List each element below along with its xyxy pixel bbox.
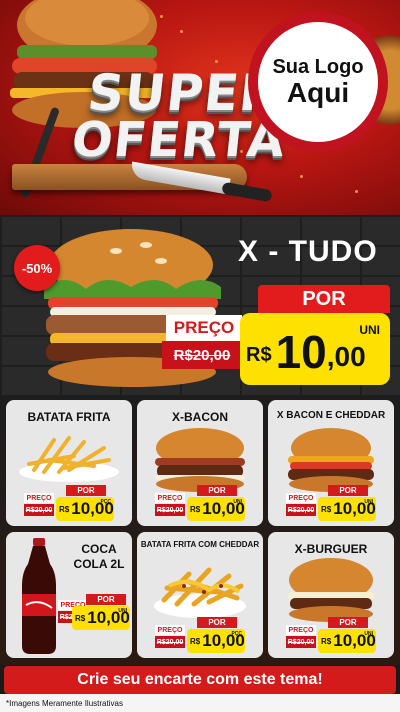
price-unit: UNI — [364, 631, 373, 637]
logo-text-line2: Aqui — [286, 76, 350, 108]
por-label: POR — [258, 285, 390, 313]
old-price: R$20,00 — [286, 504, 316, 516]
price-unit: PÇC — [231, 631, 242, 637]
preco-label: PREÇO — [286, 493, 316, 503]
price-unit: UNI — [233, 499, 242, 505]
price-unit: PÇC — [100, 499, 111, 505]
footer-disclaimer: *Imagens Meramente Ilustrativas — [6, 699, 123, 708]
burger-image — [288, 428, 374, 492]
price-currency: R$ — [321, 504, 332, 514]
cta-button[interactable]: Crie seu encarte com este tema! — [4, 666, 396, 694]
por-label: POR — [328, 617, 368, 628]
price-currency: R$ — [190, 636, 201, 646]
price-box: R$ 10,00 PÇC — [56, 497, 114, 521]
old-price: R$20,00 — [24, 504, 54, 516]
logo-text-line1: Sua Logo — [272, 55, 364, 78]
hero-title-oferta: OFERTA — [69, 112, 289, 168]
price-box: R$ 10 ,00 UNI — [240, 313, 390, 385]
product-card[interactable]: X-BACON PREÇO R$20,00 POR R$ 10,00 UNI — [137, 400, 263, 526]
spark — [180, 30, 183, 33]
por-label: POR — [86, 594, 126, 605]
fries-image — [19, 436, 119, 482]
logo-inner: Sua Logo Aqui — [258, 22, 378, 142]
card-title: X BACON E CHEDDAR — [276, 410, 386, 421]
spark — [300, 175, 303, 178]
por-label: POR — [197, 485, 237, 496]
old-price: R$20,00 — [155, 636, 185, 648]
price-unit: UNI — [118, 608, 127, 614]
preco-label: PREÇO — [166, 315, 242, 341]
price-currency: R$ — [59, 504, 70, 514]
price-box: R$ 10,00 UNI — [318, 497, 376, 521]
product-card[interactable]: BATATA FRITA PREÇO R$20,00 POR R$ 10,00 … — [6, 400, 132, 526]
preco-label: PREÇO — [155, 493, 185, 503]
product-card[interactable]: COCA COLA 2L PREÇO R$20,00 POR R$ 10,00 … — [6, 532, 132, 658]
logo-placeholder[interactable]: Sua Logo Aqui — [248, 12, 388, 152]
discount-badge: -50% — [14, 245, 60, 291]
product-grid: BATATA FRITA PREÇO R$20,00 POR R$ 10,00 … — [0, 395, 400, 665]
product-card[interactable]: BATATA FRITA COM CHEDDAR PREÇO R$20,00 P… — [137, 532, 263, 658]
price-box: R$ 10,00 UNI — [72, 606, 130, 630]
price-box: R$ 10,00 PÇC — [187, 629, 245, 653]
burger-image — [288, 558, 374, 622]
card-title-line1: COCA — [81, 542, 117, 556]
fries-cheddar-image — [154, 567, 246, 618]
product-card[interactable]: X-BURGUER PREÇO R$20,00 POR R$ 10,00 UNI — [268, 532, 394, 658]
old-price: R$20,00 — [155, 504, 185, 516]
preco-label: PREÇO — [155, 625, 185, 635]
card-title: X-BACON — [172, 410, 228, 424]
card-title: COCA COLA 2L — [66, 542, 132, 572]
price-currency: R$ — [75, 613, 86, 623]
price-decimal: ,00 — [326, 341, 366, 372]
knife-handle-image — [221, 181, 273, 203]
featured-product: -50% X - TUDO POR PREÇO R$20,00 R$ 10 ,0… — [0, 215, 400, 395]
price-unit: UNI — [359, 323, 380, 337]
old-price: R$20,00 — [286, 636, 316, 648]
card-title: X-BURGUER — [294, 542, 368, 556]
price-currency: R$ — [246, 344, 272, 366]
card-title: BATATA FRITA COM CHEDDAR — [140, 540, 260, 549]
soda-bottle-image — [22, 538, 56, 654]
spark — [215, 60, 218, 63]
offer-flyer: SUPER OFERTA Sua Logo Aqui -50% X - TUDO… — [0, 0, 400, 712]
price-box: R$ 10,00 UNI — [187, 497, 245, 521]
por-label: POR — [197, 617, 237, 628]
burger-image — [155, 428, 245, 492]
por-label: POR — [328, 485, 368, 496]
preco-label: PREÇO — [24, 493, 54, 503]
price-integer: 10 — [275, 326, 327, 378]
featured-product-name: X - TUDO — [238, 235, 378, 268]
card-title: BATATA FRITA — [27, 410, 111, 424]
price-box: R$ 10,00 UNI — [318, 629, 376, 653]
preco-label: PREÇO — [286, 625, 316, 635]
price-currency: R$ — [190, 504, 201, 514]
product-card[interactable]: X BACON E CHEDDAR PREÇO R$20,00 POR R$ 1… — [268, 400, 394, 526]
price-currency: R$ — [321, 636, 332, 646]
price-unit: UNI — [364, 499, 373, 505]
spark — [355, 190, 358, 193]
old-price: R$20,00 — [162, 341, 242, 369]
card-title-line2: COLA 2L — [73, 557, 125, 571]
hero-banner: SUPER OFERTA Sua Logo Aqui — [0, 0, 400, 215]
por-label: POR — [66, 485, 106, 496]
